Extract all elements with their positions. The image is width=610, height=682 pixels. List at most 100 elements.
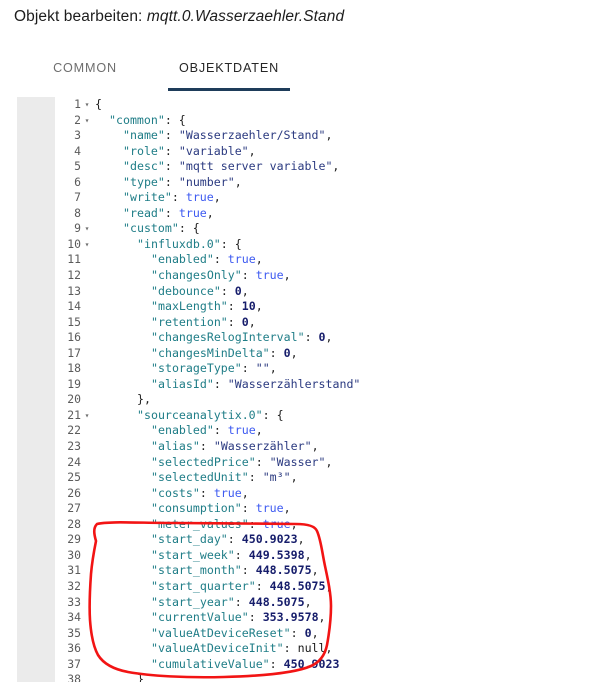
tab-objektdaten[interactable]: OBJEKTDATEN — [165, 46, 293, 90]
code-line[interactable]: 28 "meter_values": true, — [55, 517, 592, 533]
line-number: 29 — [67, 532, 81, 547]
code-line[interactable]: 9 ▾ "custom": { — [55, 221, 592, 237]
code-line[interactable]: 16 "changesRelogInterval": 0, — [55, 330, 592, 346]
code-line[interactable]: 18 "storageType": "", — [55, 361, 592, 377]
token-punct: , — [304, 547, 312, 562]
token-str: "" — [255, 361, 270, 376]
token-key: "alias" — [151, 439, 200, 454]
token-num: 450.9023 — [241, 532, 298, 547]
code-line[interactable]: 32 "start_quarter": 448.5075, — [55, 579, 592, 595]
fold-toggle-icon[interactable]: ▾ — [83, 221, 91, 237]
code-line[interactable]: 38} — [55, 672, 592, 682]
token-punct: : { — [262, 407, 284, 422]
code-line[interactable]: 36 "valueAtDeviceInit": null, — [55, 641, 592, 657]
line-number: 32 — [67, 578, 81, 593]
code-line-text: }, — [137, 392, 151, 408]
token-punct: : — [213, 376, 228, 391]
line-number: 30 — [67, 547, 81, 562]
code-line[interactable]: 12 "changesOnly": true, — [55, 268, 592, 284]
code-line[interactable]: 22 "enabled": true, — [55, 423, 592, 439]
token-key: "write" — [123, 190, 172, 205]
code-line[interactable]: 1 ▾ { — [55, 97, 592, 113]
token-key: "maxLength" — [151, 299, 228, 314]
code-line[interactable]: 33 "start_year": 448.5075, — [55, 595, 592, 611]
code-line[interactable]: 4 "role": "variable", — [55, 144, 592, 160]
line-number: 7 — [74, 190, 81, 205]
json-code-editor[interactable]: 1 ▾{2 ▾ "common": {3 "name": "Wasserzaehler/… — [17, 97, 592, 682]
token-punct: , — [290, 516, 298, 531]
code-line[interactable]: 31 "start_month": 448.5075, — [55, 563, 592, 579]
code-line[interactable]: 17 "changesMinDelta": 0, — [55, 346, 592, 362]
code-line[interactable]: 23 "alias": "Wasserzähler", — [55, 439, 592, 455]
token-key: "type" — [123, 174, 165, 189]
code-line[interactable]: 37 "cumulativeValue": 450.9023 — [55, 657, 592, 673]
code-line[interactable]: 13 "debounce": 0, — [55, 284, 592, 300]
code-line[interactable]: 34 "currentValue": 353.9578, — [55, 610, 592, 626]
code-line[interactable]: 20}, — [55, 392, 592, 408]
code-line[interactable]: 7 "write": true, — [55, 190, 592, 206]
code-line[interactable]: 15 "retention": 0, — [55, 315, 592, 331]
token-punct: , — [325, 641, 333, 656]
code-line[interactable]: 30 "start_week": 449.5398, — [55, 548, 592, 564]
code-line[interactable]: 19 "aliasId": "Wasserzählerstand" — [55, 377, 592, 393]
token-punct: : — [164, 143, 179, 158]
code-line[interactable]: 35 "valueAtDeviceReset": 0, — [55, 626, 592, 642]
token-punct: , — [325, 128, 333, 143]
code-line-text: "write": true, — [123, 190, 221, 206]
token-key: "storageType" — [151, 361, 242, 376]
code-line-text: "debounce": 0, — [151, 284, 249, 300]
code-line[interactable]: 2 ▾ "common": { — [55, 113, 592, 129]
fold-toggle-icon[interactable]: ▾ — [83, 97, 91, 113]
code-line-text: "cumulativeValue": 450.9023 — [151, 657, 339, 673]
code-line-text: "custom": { — [123, 221, 200, 237]
code-line[interactable]: 3 "name": "Wasserzaehler/Stand", — [55, 128, 592, 144]
code-line[interactable]: 27 "consumption": true, — [55, 501, 592, 517]
token-punct: , — [325, 578, 333, 593]
code-line[interactable]: 8 "read": true, — [55, 206, 592, 222]
editor-code-area[interactable]: 1 ▾{2 ▾ "common": {3 "name": "Wasserzaehler/… — [55, 97, 592, 682]
code-line[interactable]: 26 "costs": true, — [55, 486, 592, 502]
token-punct: : — [241, 563, 256, 578]
page-title: Objekt bearbeiten: mqtt.0.Wasserzaehler.… — [14, 8, 344, 26]
code-line[interactable]: 6 "type": "number", — [55, 175, 592, 191]
token-punct: : — [164, 159, 179, 174]
line-number: 22 — [67, 423, 81, 438]
token-punct: : — [227, 314, 242, 329]
code-line-text: "sourceanalytix.0": { — [137, 408, 284, 424]
code-line-text: "start_year": 448.5075, — [151, 595, 312, 611]
code-line-text: "influxdb.0": { — [137, 237, 242, 253]
line-number: 10 — [67, 236, 81, 251]
token-key: "valueAtDeviceReset" — [151, 625, 291, 640]
token-key: "meter_values" — [151, 516, 249, 531]
token-bool: true — [227, 252, 256, 267]
line-number: 23 — [67, 439, 81, 454]
code-line[interactable]: 21 ▾ "sourceanalytix.0": { — [55, 408, 592, 424]
line-number: 24 — [67, 454, 81, 469]
code-line[interactable]: 25 "selectedUnit": "m³", — [55, 470, 592, 486]
code-line-text: "enabled": true, — [151, 252, 263, 268]
code-line[interactable]: 24 "selectedPrice": "Wasser", — [55, 455, 592, 471]
code-line[interactable]: 29 "start_day": 450.9023, — [55, 532, 592, 548]
token-key: "start_day" — [151, 532, 228, 547]
line-number: 31 — [67, 563, 81, 578]
fold-toggle-icon[interactable]: ▾ — [83, 113, 91, 129]
token-str: "number" — [178, 174, 235, 189]
token-punct: , — [311, 563, 319, 578]
token-str: "Wasserzählerstand" — [227, 376, 361, 391]
line-number: 14 — [67, 299, 81, 314]
code-line[interactable]: 5 "desc": "mqtt server variable", — [55, 159, 592, 175]
token-punct: : — [283, 641, 298, 656]
fold-toggle-icon[interactable]: ▾ — [83, 237, 91, 253]
tab-common[interactable]: COMMON — [30, 46, 140, 90]
token-punct: , — [297, 532, 305, 547]
code-line-text: "role": "variable", — [123, 144, 256, 160]
token-num: 0 — [234, 283, 242, 298]
fold-toggle-icon[interactable]: ▾ — [83, 408, 91, 424]
token-key: "changesMinDelta" — [151, 345, 270, 360]
code-line[interactable]: 14 "maxLength": 10, — [55, 299, 592, 315]
token-str: "mqtt server variable" — [178, 159, 333, 174]
code-line[interactable]: 11 "enabled": true, — [55, 252, 592, 268]
token-str: "variable" — [178, 143, 249, 158]
token-punct: : — [248, 470, 263, 485]
code-line[interactable]: 10 ▾ "influxdb.0": { — [55, 237, 592, 253]
